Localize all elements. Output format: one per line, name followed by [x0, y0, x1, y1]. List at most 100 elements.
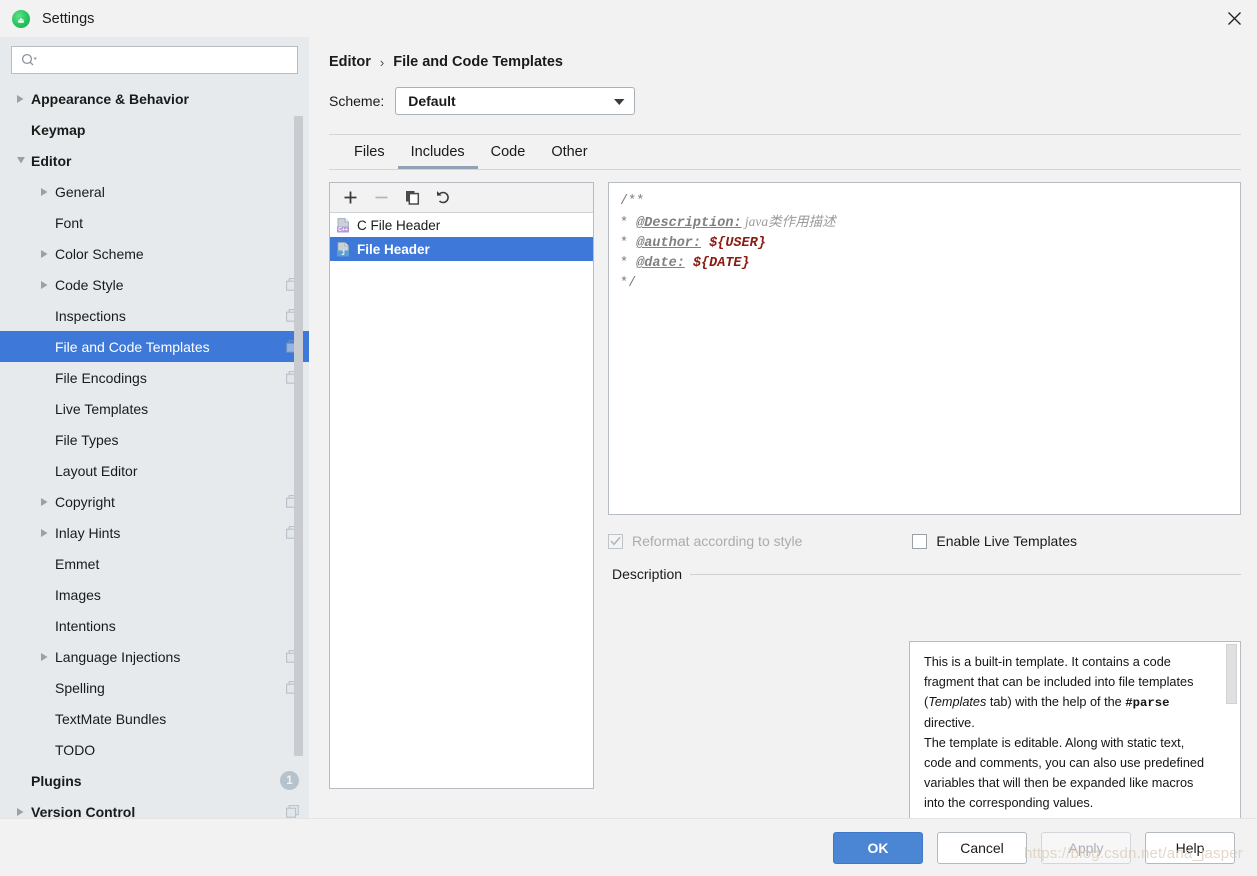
description-scrollbar-thumb[interactable] [1226, 644, 1237, 704]
title-bar: Settings [0, 0, 1257, 37]
sidebar-item-label: Code Style [55, 276, 124, 293]
sidebar-item-label: General [55, 183, 105, 200]
sidebar-item-appearance-behavior[interactable]: Appearance & Behavior [0, 83, 309, 114]
description-panel[interactable]: This is a built-in template. It contains… [909, 641, 1241, 848]
sidebar-scrollbar-thumb[interactable] [294, 116, 303, 756]
sidebar-item-label: TextMate Bundles [55, 710, 167, 727]
copy-icon[interactable] [404, 189, 421, 206]
sidebar-item-file-and-code-templates[interactable]: File and Code Templates [0, 331, 309, 362]
breadcrumb-parent[interactable]: Editor [329, 54, 371, 70]
sidebar-item-textmate-bundles[interactable]: TextMate Bundles [0, 703, 309, 734]
search-input[interactable] [11, 46, 298, 74]
chevron-expanded-icon[interactable] [14, 154, 27, 167]
plus-icon[interactable] [342, 189, 359, 206]
chevron-collapsed-icon[interactable] [38, 247, 51, 260]
sidebar-item-layout-editor[interactable]: Layout Editor [0, 455, 309, 486]
sidebar-item-spelling[interactable]: Spelling [0, 672, 309, 703]
sidebar-item-file-encodings[interactable]: File Encodings [0, 362, 309, 393]
chevron-collapsed-icon[interactable] [38, 185, 51, 198]
tab-includes[interactable]: Includes [397, 135, 478, 169]
sidebar-item-label: Color Scheme [55, 245, 144, 262]
sidebar-item-live-templates[interactable]: Live Templates [0, 393, 309, 424]
enable-live-templates-checkbox[interactable] [912, 533, 928, 549]
sidebar-item-file-types[interactable]: File Types [0, 424, 309, 455]
cancel-button[interactable]: Cancel [937, 831, 1027, 864]
scheme-dropdown[interactable]: Default [395, 87, 636, 115]
sidebar-item-copyright[interactable]: Copyright [0, 486, 309, 517]
tabs-divider [329, 169, 1241, 170]
cpp-file-icon: C++ [336, 217, 351, 233]
sidebar-item-font[interactable]: Font [0, 207, 309, 238]
sidebar-item-label: Spelling [55, 679, 105, 696]
sidebar-item-emmet[interactable]: Emmet [0, 548, 309, 579]
sidebar-item-label: Images [55, 586, 101, 603]
settings-sidebar: Appearance & Behavior Keymap Editor General… [0, 37, 309, 818]
chevron-collapsed-icon[interactable] [14, 92, 27, 105]
code-line-3: * @author: ${USER} [620, 236, 766, 251]
undo-icon[interactable] [435, 189, 452, 206]
sidebar-item-intentions[interactable]: Intentions [0, 610, 309, 641]
sidebar-item-images[interactable]: Images [0, 579, 309, 610]
svg-text:J: J [341, 251, 344, 257]
chevron-collapsed-icon[interactable] [38, 650, 51, 663]
description-value: java类作用描述 [741, 214, 836, 229]
settings-tree[interactable]: Appearance & Behavior Keymap Editor General… [0, 83, 309, 818]
enable-live-templates-label: Enable Live Templates [936, 533, 1078, 549]
chevron-collapsed-icon[interactable] [14, 805, 27, 818]
chevron-collapsed-icon[interactable] [38, 526, 51, 539]
description-tag: @Description: [636, 216, 742, 231]
search-icon [21, 53, 38, 67]
template-list[interactable]: C++ C File Header J File Header [330, 213, 593, 261]
sidebar-item-version-control[interactable]: Version Control [0, 796, 309, 818]
help-button[interactable]: Help [1145, 831, 1235, 864]
sidebar-item-plugins[interactable]: Plugins 1 [0, 765, 309, 796]
dialog-footer: OK Cancel Apply Help [0, 818, 1257, 876]
live-templates-option: Enable Live Templates [912, 533, 1077, 549]
tab-code[interactable]: Code [478, 135, 539, 169]
template-list-item[interactable]: J File Header [330, 237, 593, 261]
sidebar-item-color-scheme[interactable]: Color Scheme [0, 238, 309, 269]
template-code-editor[interactable]: /** * @Description: java类作用描述 * @author:… [608, 182, 1241, 515]
tab-files[interactable]: Files [341, 135, 398, 169]
sidebar-item-label: Inspections [55, 307, 126, 324]
sidebar-item-label: File and Code Templates [55, 338, 210, 355]
code-line-1: /** [620, 194, 645, 209]
description-paragraph-2: The template is editable. Along with sta… [924, 736, 1205, 810]
sidebar-item-code-style[interactable]: Code Style [0, 269, 309, 300]
tab-other[interactable]: Other [538, 135, 600, 169]
copy-indicator-icon [286, 805, 299, 818]
sidebar-item-keymap[interactable]: Keymap [0, 114, 309, 145]
sidebar-item-language-injections[interactable]: Language Injections [0, 641, 309, 672]
date-variable: ${DATE} [684, 256, 750, 271]
breadcrumb: Editor › File and Code Templates [325, 37, 1241, 70]
sidebar-item-label: Font [55, 214, 84, 231]
sidebar-item-label: Plugins [31, 772, 82, 789]
dialog-body: Appearance & Behavior Keymap Editor General… [0, 37, 1257, 848]
breadcrumb-separator-icon: › [379, 54, 385, 70]
chevron-collapsed-icon[interactable] [38, 278, 51, 291]
sidebar-item-inlay-hints[interactable]: Inlay Hints [0, 517, 309, 548]
chevron-collapsed-icon[interactable] [38, 495, 51, 508]
template-name: C File Header [357, 217, 441, 233]
sidebar-item-label: Live Templates [55, 400, 149, 417]
sidebar-item-todo[interactable]: TODO [0, 734, 309, 765]
sidebar-item-inspections[interactable]: Inspections [0, 300, 309, 331]
description-paragraph-1: This is a built-in template. It contains… [924, 655, 1194, 730]
description-header-rule [690, 573, 1241, 575]
template-tabs[interactable]: Files Includes Code Other [325, 135, 1241, 169]
sidebar-item-general[interactable]: General [0, 176, 309, 207]
ok-button[interactable]: OK [833, 831, 923, 864]
sidebar-item-label: TODO [55, 741, 96, 758]
sidebar-item-editor[interactable]: Editor [0, 145, 309, 176]
template-list-item[interactable]: C++ C File Header [330, 213, 593, 237]
code-line-5: */ [620, 276, 637, 291]
close-icon[interactable] [1211, 0, 1257, 37]
